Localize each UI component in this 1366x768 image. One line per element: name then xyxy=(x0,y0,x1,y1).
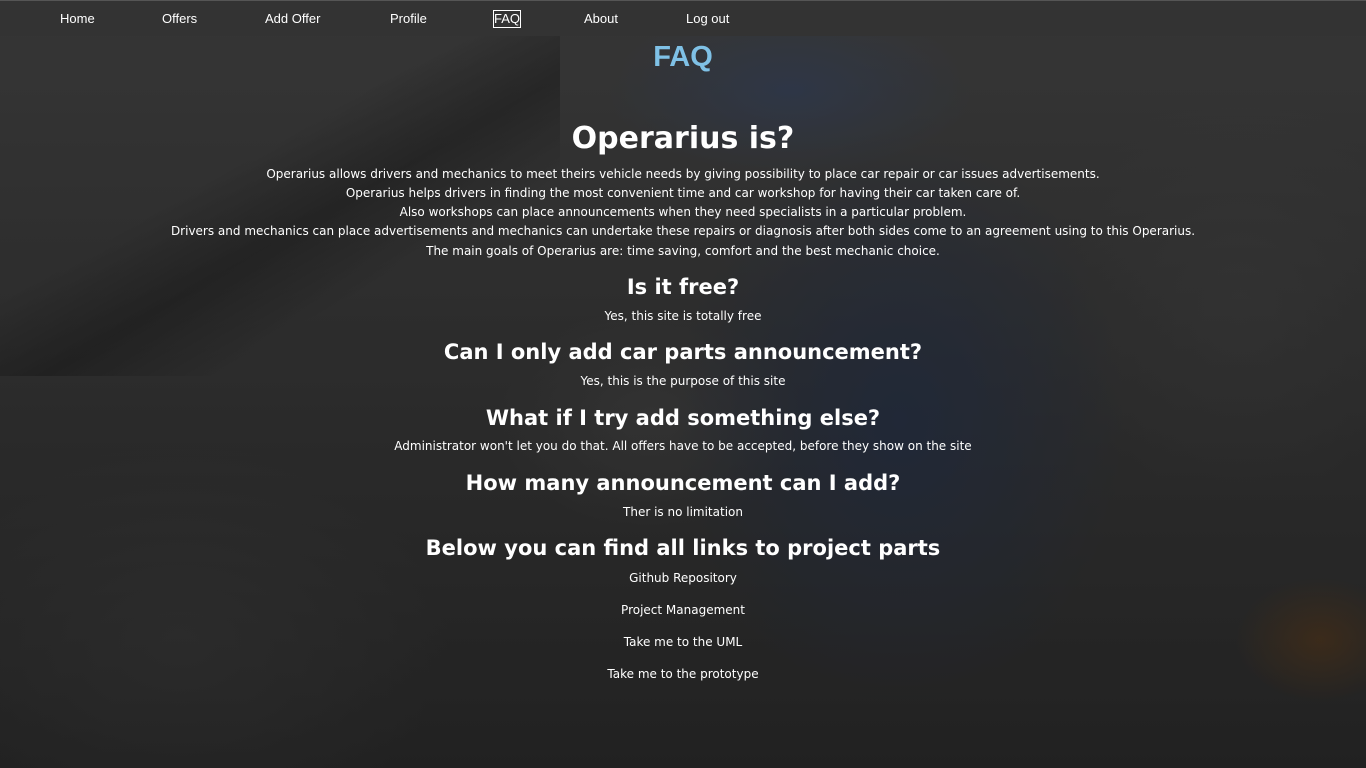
top-navbar: Home Offers Add Offer Profile FAQ About … xyxy=(0,0,1366,36)
github-repository-link[interactable]: Github Repository xyxy=(629,570,737,586)
nav-home[interactable]: Home xyxy=(60,11,95,27)
page-title: FAQ xyxy=(653,41,713,73)
project-management-link[interactable]: Project Management xyxy=(621,602,745,618)
question-answer: Ther is no limitation xyxy=(623,505,743,519)
intro-line-1: Operarius allows drivers and mechanics t… xyxy=(266,167,1100,181)
nav-log-out[interactable]: Log out xyxy=(686,11,729,27)
question-answer: Administrator won't let you do that. All… xyxy=(394,439,972,453)
question-heading: Can I only add car parts announcement? xyxy=(443,340,923,364)
nav-add-offer[interactable]: Add Offer xyxy=(265,11,320,27)
nav-faq[interactable]: FAQ xyxy=(492,10,522,28)
nav-about[interactable]: About xyxy=(584,11,618,27)
question-answer: Yes, this site is totally free xyxy=(604,309,762,323)
question-heading: Is it free? xyxy=(626,275,740,299)
intro-line-2: Operarius helps drivers in finding the m… xyxy=(345,186,1021,200)
intro-heading: Operarius is? xyxy=(571,121,795,156)
nav-offers[interactable]: Offers xyxy=(162,11,197,27)
uml-link[interactable]: Take me to the UML xyxy=(624,634,743,650)
intro-line-4: Drivers and mechanics can place advertis… xyxy=(170,224,1196,238)
prototype-link[interactable]: Take me to the prototype xyxy=(607,666,758,682)
question-heading: What if I try add something else? xyxy=(485,406,881,430)
question-answer: Yes, this is the purpose of this site xyxy=(580,374,786,388)
nav-profile[interactable]: Profile xyxy=(390,11,427,27)
intro-line-5: The main goals of Operarius are: time sa… xyxy=(426,244,940,258)
links-heading: Below you can find all links to project … xyxy=(425,536,941,560)
question-heading: How many announcement can I add? xyxy=(465,471,901,495)
intro-line-3: Also workshops can place announcements w… xyxy=(399,205,967,219)
